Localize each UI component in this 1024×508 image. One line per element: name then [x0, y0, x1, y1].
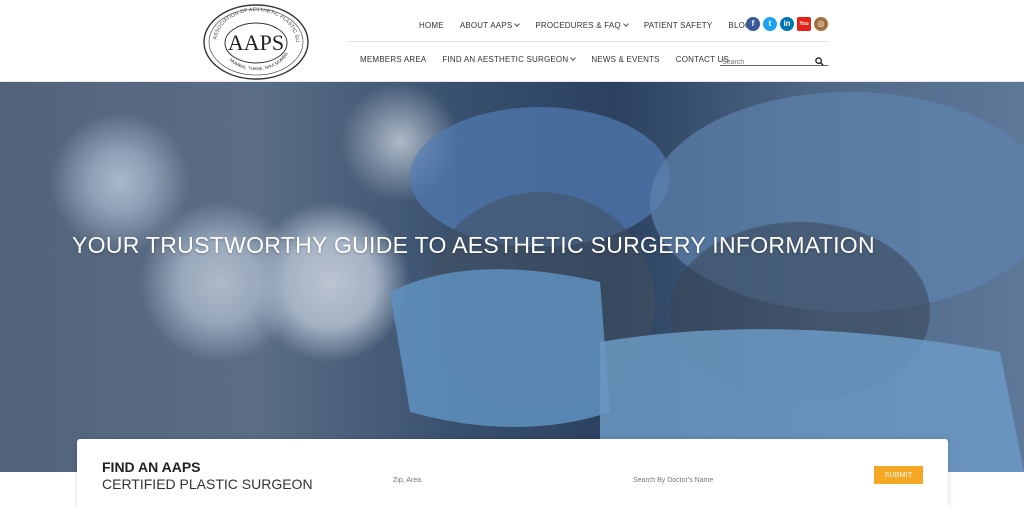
instagram-icon[interactable]: ◎ [814, 17, 828, 31]
nav-item-label: PROCEDURES & FAQ [535, 20, 621, 30]
nav-item-about-aaps[interactable]: ABOUT AAPS [459, 20, 521, 30]
nav-item-news-events[interactable]: NEWS & EVENTS [591, 55, 659, 64]
nav-item-members-area[interactable]: MEMBERS AREA [360, 55, 426, 64]
nav-item-label: MEMBERS AREA [360, 54, 427, 64]
youtube-icon[interactable]: You [797, 17, 811, 31]
nav-item-procedures-faq[interactable]: PROCEDURES & FAQ [535, 20, 629, 30]
chevron-down-icon [514, 20, 521, 27]
linkedin-icon[interactable]: in [780, 17, 794, 31]
nav-divider [347, 41, 829, 42]
chevron-down-icon [570, 54, 577, 61]
nav-item-label: HOME [419, 20, 444, 30]
nav-item-find-an-aesthetic-surgeon[interactable]: FIND AN AESTHETIC SURGEON [442, 54, 577, 64]
nav-item-label: FIND AN AESTHETIC SURGEON [442, 54, 569, 64]
zip-field [393, 469, 604, 488]
search-icon[interactable] [815, 53, 824, 71]
hero-title: YOUR TRUSTWORTHY GUIDE TO AESTHETIC SURG… [72, 232, 875, 258]
facebook-icon[interactable]: f [746, 17, 760, 31]
site-header: ASSOCIATION OF AESTHETIC PLASTIC SURGEON… [0, 0, 1024, 82]
hero-image [0, 82, 1024, 472]
search-input[interactable] [720, 56, 810, 69]
finder-subtitle: CERTIFIED PLASTIC SURGEON [102, 476, 313, 492]
nav-item-label: ABOUT AAPS [459, 20, 513, 30]
secondary-nav: MEMBERS AREA FIND AN AESTHETIC SURGEON NEW… [360, 53, 729, 65]
surgeon-finder: FIND AN AAPS CERTIFIED PLASTIC SURGEON S… [77, 439, 948, 508]
nav-item-patient-safety[interactable]: PATIENT SAFETY [644, 21, 713, 30]
nav-item-home[interactable]: HOME [419, 21, 444, 30]
finder-title: FIND AN AAPS [102, 459, 201, 475]
social-links: f t in You ◎ [746, 17, 828, 31]
chevron-down-icon [622, 20, 629, 27]
search-box [720, 51, 828, 69]
nav-item-label: PATIENT SAFETY [643, 20, 713, 30]
zip-input[interactable] [393, 473, 604, 488]
nav-item-label: NEWS & EVENTS [591, 54, 660, 64]
primary-nav: HOME ABOUT AAPS PROCEDURES & FAQ PATIENT SA… [419, 19, 751, 31]
logo-initials: AAPS [228, 30, 284, 55]
doctor-name-field [633, 469, 845, 488]
submit-button[interactable]: SUBMIT [874, 466, 923, 484]
twitter-icon[interactable]: t [763, 17, 777, 31]
aaps-logo[interactable]: ASSOCIATION OF AESTHETIC PLASTIC SURGEON… [200, 0, 310, 81]
doctor-name-input[interactable] [633, 473, 845, 488]
hero-banner: YOUR TRUSTWORTHY GUIDE TO AESTHETIC SURG… [0, 82, 1024, 472]
